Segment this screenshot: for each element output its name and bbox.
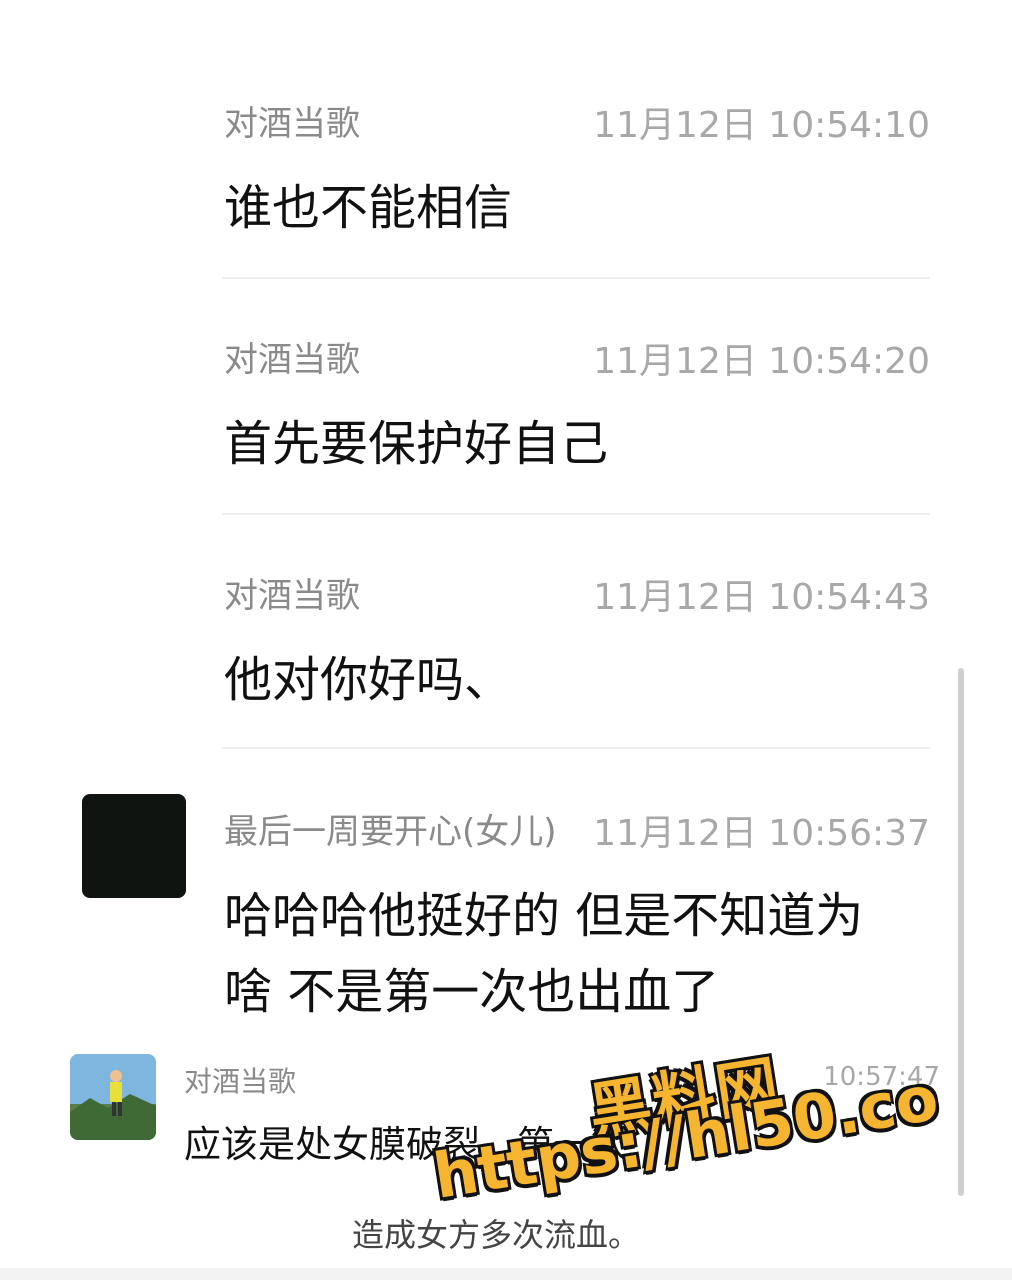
message-text-line: 哈哈哈他挺好的 但是不知道为 [224,888,864,944]
divider [222,747,930,749]
divider [222,277,930,279]
message-text-line: 造成女方多次流血。 [352,1216,641,1254]
landscape-avatar-icon [70,1054,156,1140]
divider [222,513,930,515]
avatar[interactable] [70,1054,156,1140]
message-text-line: 啥 不是第一次也出血了 [224,964,720,1020]
message-time: 11月12日 10:54:43 [593,577,930,618]
sender-name: 对酒当歌 [224,576,360,616]
message-text: 谁也不能相信 [224,180,513,236]
sender-name: 对酒当歌 [184,1065,297,1098]
sender-name: 对酒当歌 [224,104,360,144]
message-time: 11月12日 10:54:10 [593,105,930,146]
message-text: 他对你好吗、 [224,652,513,708]
bottom-bar [0,1268,1012,1280]
scrollbar[interactable] [958,668,964,1196]
message-time: 11月12日 10:54:20 [593,341,930,382]
message-text: 首先要保护好自己 [224,416,609,472]
sender-name: 对酒当歌 [224,340,360,380]
avatar[interactable] [82,794,186,898]
message-time: 11月12日 10:56:37 [593,813,930,854]
sender-name: 最后一周要开心(女儿) [224,812,557,852]
